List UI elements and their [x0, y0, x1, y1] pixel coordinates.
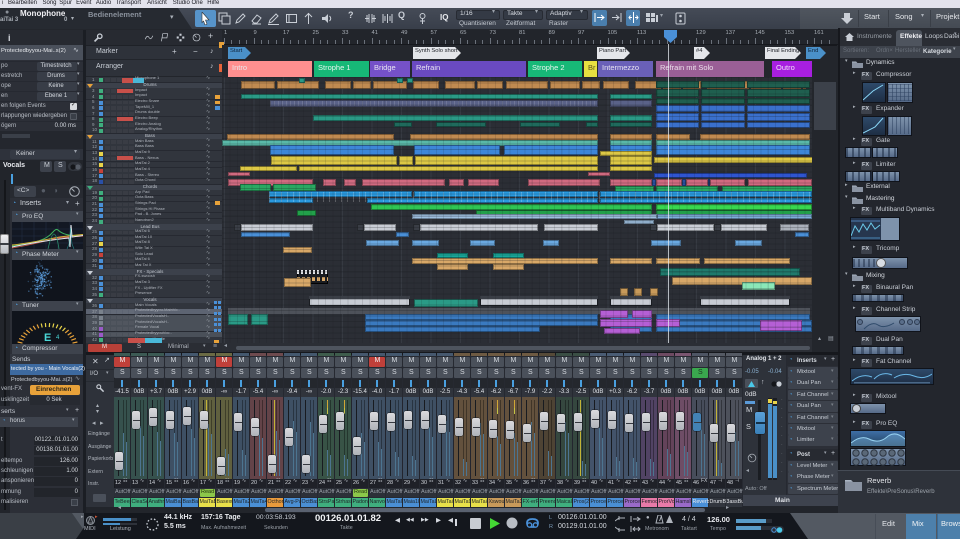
- svg-text:E: E: [44, 332, 51, 344]
